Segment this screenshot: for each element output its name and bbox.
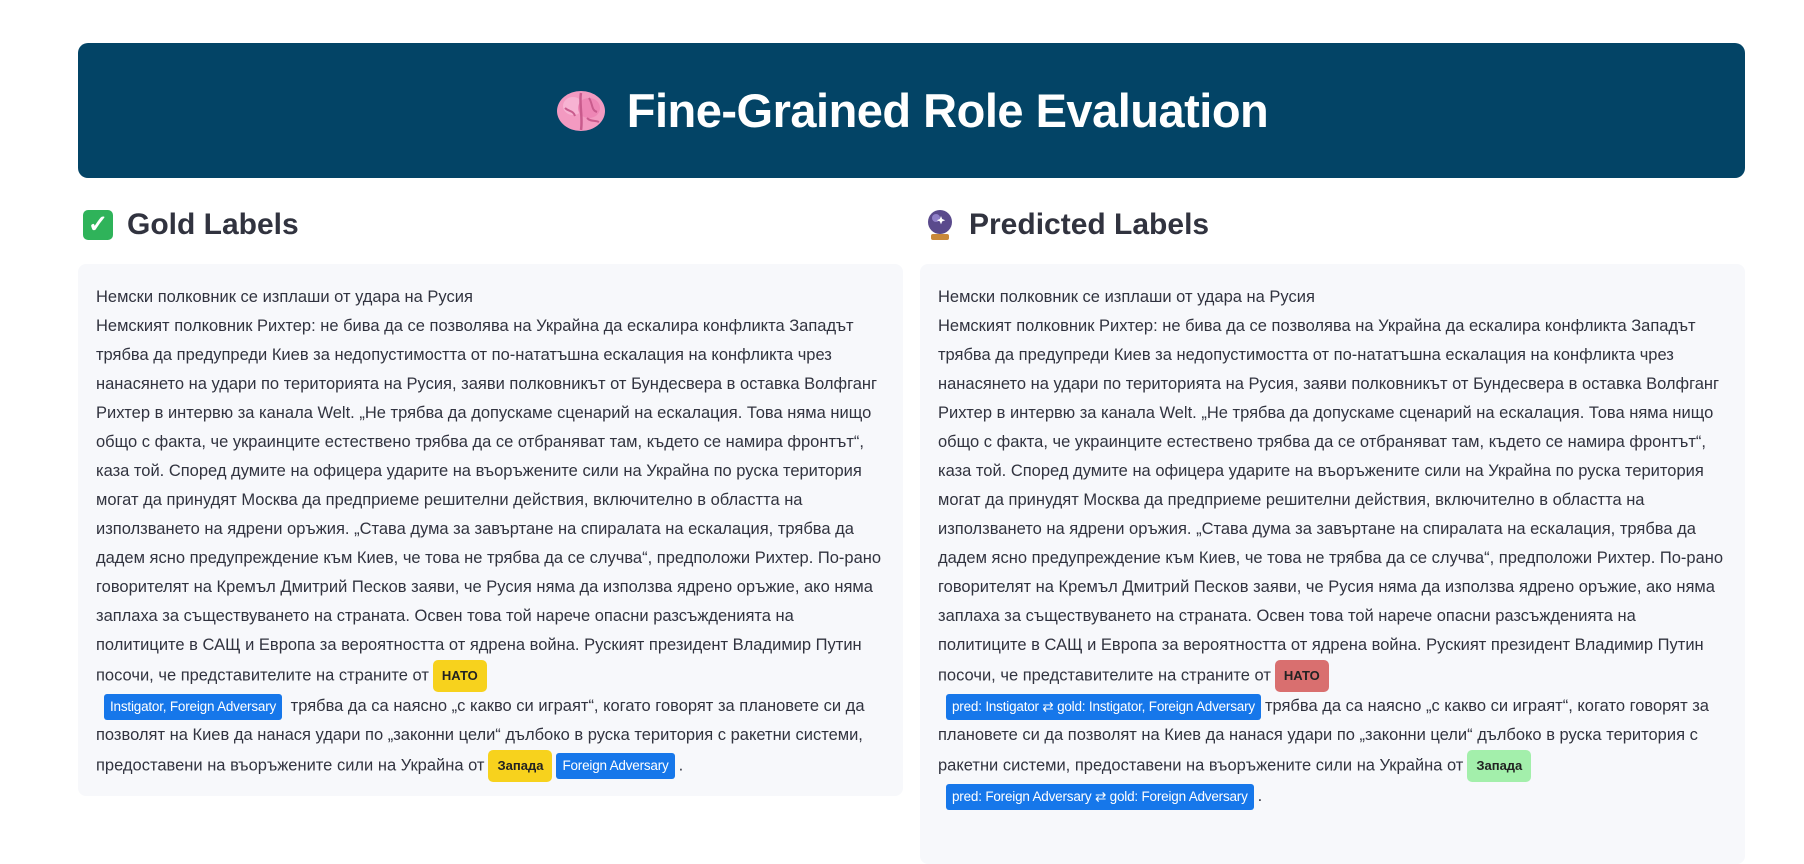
crystal-ball-icon [925,208,955,242]
banner-title-row: Fine-Grained Role Evaluation [555,83,1269,138]
article-body: Немският полковник Рихтер: не бива да се… [96,312,885,782]
entity-highlight-nato: НАТО [432,660,487,692]
article-title: Немски полковник се изплаши от удара на … [96,288,473,306]
role-tag-zapada: pred: Foreign Adversary ⇄ gold: Foreign … [946,783,1254,810]
app-banner: Fine-Grained Role Evaluation [78,43,1745,178]
predicted-labels-text-panel: Немски полковник се изплаши от удара на … [920,264,1745,864]
predicted-labels-heading: Predicted Labels [969,208,1210,241]
page-title: Fine-Grained Role Evaluation [626,84,1269,137]
article-body: Немският полковник Рихтер: не бива да се… [938,312,1727,811]
article-text-before: Немският полковник Рихтер: не бива да се… [938,317,1724,685]
check-mark-icon: ✓ [83,210,113,240]
role-tag-nato: pred: Instigator ⇄ gold: Instigator, For… [946,693,1261,720]
entity-highlight-zapada: Запада [488,750,553,782]
gold-labels-header: ✓ Gold Labels [78,195,903,255]
article-title: Немски полковник се изплаши от удара на … [938,288,1315,306]
role-tag-nato: Instigator, Foreign Adversary [104,693,283,720]
predicted-labels-header: Predicted Labels [920,195,1745,255]
entity-highlight-zapada: Запада [1467,750,1532,782]
article-text-end: . [678,756,684,775]
predicted-labels-column: Predicted Labels Немски полковник се изп… [920,195,1745,864]
brain-icon [555,88,607,134]
article-text-end: . [1257,787,1263,805]
gold-labels-heading: Gold Labels [127,208,299,241]
role-tag-zapada: Foreign Adversary [556,753,675,779]
article-text-before: Немският полковник Рихтер: не бива да се… [96,317,882,685]
gold-labels-column: ✓ Gold Labels Немски полковник се изплаш… [78,195,903,796]
entity-highlight-nato: НАТО [1274,660,1329,692]
gold-labels-text-panel: Немски полковник се изплаши от удара на … [78,264,903,796]
